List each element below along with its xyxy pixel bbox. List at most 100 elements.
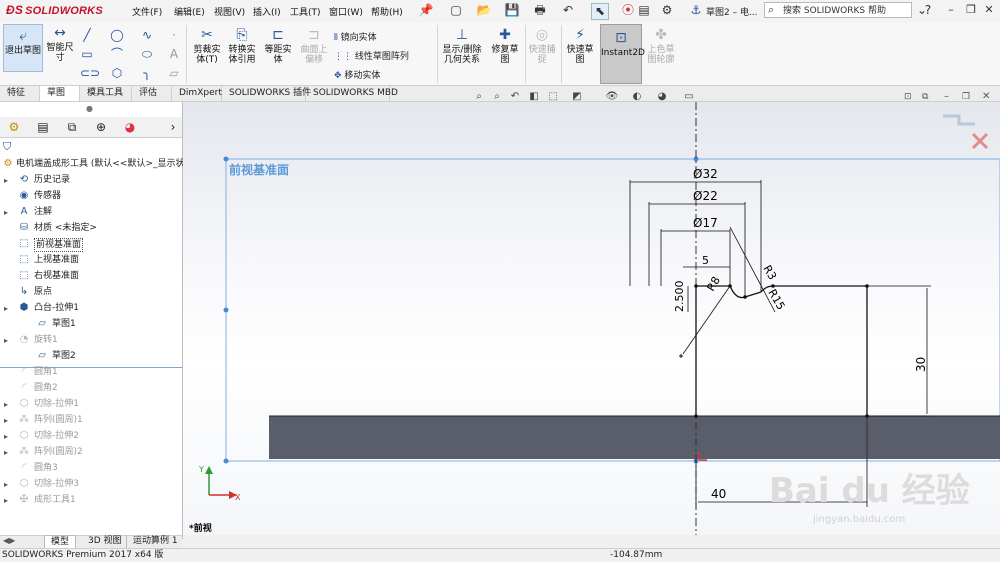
menu-insert[interactable]: 插入(I) xyxy=(253,5,281,18)
display-delete-relations-button[interactable]: ⊥ 显示/删除几何关系 xyxy=(440,26,484,65)
expand-arrow-icon[interactable]: ▸ xyxy=(4,173,8,188)
dim-width-5[interactable]: 5 xyxy=(702,254,709,267)
graphics-close-icon[interactable]: ✕ xyxy=(982,91,990,102)
undo-icon[interactable]: ↶ xyxy=(560,3,576,18)
filter-icon[interactable]: ⛉ xyxy=(3,140,11,154)
rebuild-traffic-light-icon[interactable]: ⦿ xyxy=(620,3,636,18)
expand-arrow-icon[interactable]: ▸ xyxy=(4,333,8,348)
shaded-sketch-contours-button[interactable]: ✤ 上色草图轮廓 xyxy=(644,26,678,65)
quick-snaps-button[interactable]: ◎ 快速捕捉 xyxy=(527,26,557,65)
tree-item-sketch[interactable]: ▱ 草图2 xyxy=(0,349,182,364)
tree-item-material[interactable]: ⛁ 材质 <未指定> xyxy=(0,221,182,236)
close-window-button[interactable]: ✕ xyxy=(982,2,996,18)
panel-more-icon[interactable]: › xyxy=(164,119,182,135)
tree-item-revolve[interactable]: ▸ ◔ 旋转1 xyxy=(0,333,182,348)
ellipse-icon[interactable]: ⬭ xyxy=(140,47,154,61)
tree-item-origin[interactable]: ↳ 原点 xyxy=(0,285,182,300)
pin-icon[interactable]: 📌 xyxy=(418,3,434,18)
confirmation-corner[interactable] xyxy=(943,114,989,150)
tab-evaluate[interactable]: 评估 xyxy=(132,86,172,101)
graphics-minimize-icon[interactable]: – xyxy=(944,91,949,102)
tab-3d-view[interactable]: 3D 视图 xyxy=(84,535,127,548)
dim-diameter-32[interactable]: Ø32 xyxy=(693,167,718,181)
exit-sketch-button[interactable]: ⤶ 退出草图 xyxy=(3,24,43,72)
expand-arrow-icon[interactable]: ▸ xyxy=(4,205,8,220)
save-icon[interactable]: 💾 xyxy=(504,3,520,18)
cancel-sketch-icon[interactable] xyxy=(971,132,989,150)
tree-item-cut-extrude[interactable]: ▸ ⬡ 切除-拉伸1 xyxy=(0,397,182,412)
dim-width-40[interactable]: 40 xyxy=(711,487,726,501)
menu-file[interactable]: 文件(F) xyxy=(132,5,162,18)
sketch-canvas[interactable]: 前视基准面 Ø32 Ø22 Ø17 5 2.500 R8 R3 R15 30 4… xyxy=(183,102,1000,535)
linear-pattern-button[interactable]: ⋮⋮ 线性草图阵列 xyxy=(334,49,409,62)
property-manager-tab-icon[interactable]: ▤ xyxy=(34,119,52,135)
plane-sketch-icon[interactable]: ▱ xyxy=(167,66,181,80)
dimxpert-manager-tab-icon[interactable]: ⊕ xyxy=(92,119,110,135)
line-icon[interactable]: ╱ xyxy=(80,28,94,42)
tree-item-cut-extrude[interactable]: ▸ ⬡ 切除-拉伸2 xyxy=(0,429,182,444)
graphics-restore-icon[interactable]: ⊡ xyxy=(904,92,912,102)
mirror-entities-button[interactable]: ⫴ 镜向实体 xyxy=(334,30,377,43)
display-manager-tab-icon[interactable]: ◕ xyxy=(121,119,139,135)
open-folder-icon[interactable]: 📂 xyxy=(476,3,492,18)
print-icon[interactable]: 🖶 xyxy=(532,3,548,18)
circle-icon[interactable]: ◯ xyxy=(110,28,124,42)
arc-icon[interactable]: ⌒ xyxy=(110,47,124,61)
tab-mbd[interactable]: SOLIDWORKS MBD xyxy=(306,86,398,101)
dim-height-30[interactable]: 30 xyxy=(914,357,928,372)
tab-motion-study[interactable]: 运动算例 1 xyxy=(131,535,180,548)
file-properties-icon[interactable]: ▤ xyxy=(636,3,652,18)
dim-radius-8[interactable]: R8 xyxy=(704,274,723,293)
tree-item-sketch[interactable]: ▱ 草图1 xyxy=(0,317,182,332)
tree-item-fillet[interactable]: ◜ 圆角1 xyxy=(0,365,182,380)
offset-entities-button[interactable]: ⊏ 等距实体 xyxy=(261,26,295,65)
dim-radius-3[interactable]: R3 xyxy=(760,263,779,282)
tree-item-cut-extrude[interactable]: ▸ ⬡ 切除-拉伸3 xyxy=(0,477,182,492)
plane-handle[interactable] xyxy=(223,156,229,162)
tree-item-fillet[interactable]: ◜ 圆角3 xyxy=(0,461,182,476)
tree-item-sensor[interactable]: ◉ 传感器 xyxy=(0,189,182,204)
tree-item-fillet[interactable]: ◜ 圆角2 xyxy=(0,381,182,396)
move-entities-button[interactable]: ✥ 移动实体 xyxy=(334,68,380,81)
restore-button[interactable]: ❐ xyxy=(964,2,978,18)
feature-manager-tab-icon[interactable]: ⚙ xyxy=(5,119,23,135)
tree-item-history[interactable]: ▸ ⟲ 历史记录 xyxy=(0,173,182,188)
plane-handle[interactable] xyxy=(223,307,229,313)
tab-sketch[interactable]: 草图 xyxy=(40,86,80,101)
base-body[interactable] xyxy=(269,416,1000,459)
search-input[interactable]: ⌕ 搜索 SOLIDWORKS 帮助 xyxy=(764,2,912,18)
fillet-sketch-icon[interactable]: ╮ xyxy=(140,66,154,80)
graphics-float-icon[interactable]: ⧉ xyxy=(922,92,928,102)
tree-item-plane[interactable]: ⬚ 上视基准面 xyxy=(0,253,182,268)
menu-tools[interactable]: 工具(T) xyxy=(290,5,321,18)
graphics-area[interactable]: 前视基准面 Ø32 Ø22 Ø17 5 2.500 R8 R3 R15 30 4… xyxy=(183,102,1000,535)
slot-icon[interactable]: ⊂⊃ xyxy=(80,66,100,80)
minimize-button[interactable]: – xyxy=(944,2,958,18)
expand-arrow-icon[interactable]: ▸ xyxy=(4,397,8,412)
text-icon[interactable]: A xyxy=(167,47,181,61)
menu-edit[interactable]: 编辑(E) xyxy=(174,5,205,18)
repair-sketch-button[interactable]: ✚ 修复草图 xyxy=(488,26,522,65)
tree-item-forming-tool[interactable]: ▸ ✠ 成形工具1 xyxy=(0,493,182,508)
trim-entities-button[interactable]: ✂ 剪裁实体(T) xyxy=(190,26,224,65)
offset-on-surface-button[interactable]: ⊐ 曲面上偏移 xyxy=(297,26,331,65)
expand-arrow-icon[interactable]: ▸ xyxy=(4,493,8,508)
tree-item-annotation[interactable]: ▸ A 注解 xyxy=(0,205,182,220)
menu-help[interactable]: 帮助(H) xyxy=(371,5,403,18)
tree-item-boss-extrude[interactable]: ▸ ⬢ 凸台-拉伸1 xyxy=(0,301,182,316)
spline-icon[interactable]: ∿ xyxy=(140,28,154,42)
help-icon[interactable]: ? xyxy=(920,3,936,18)
smart-dimension-button[interactable]: ↔ 智能尺寸 xyxy=(44,24,76,63)
tree-root-part[interactable]: ⚙ 电机端盖成形工具 (默认<<默认>_显示状 xyxy=(0,157,185,172)
select-cursor-icon[interactable]: ⬉ xyxy=(591,3,609,20)
new-document-icon[interactable]: ▢ xyxy=(448,3,464,18)
tab-addins[interactable]: SOLIDWORKS 插件 xyxy=(222,86,311,101)
tree-item-plane[interactable]: ⬚ 前视基准面 xyxy=(0,237,182,252)
expand-arrow-icon[interactable]: ▸ xyxy=(4,477,8,492)
point-icon[interactable]: · xyxy=(167,28,181,42)
tree-item-circular-pattern[interactable]: ▸ ⁂ 阵列(圆周)2 xyxy=(0,445,182,460)
tab-dimxpert[interactable]: DimXpert xyxy=(172,86,222,101)
options-gear-icon[interactable]: ⚙ xyxy=(659,3,675,18)
expand-arrow-icon[interactable]: ▸ xyxy=(4,413,8,428)
graphics-maximize-icon[interactable]: ❐ xyxy=(962,92,970,102)
